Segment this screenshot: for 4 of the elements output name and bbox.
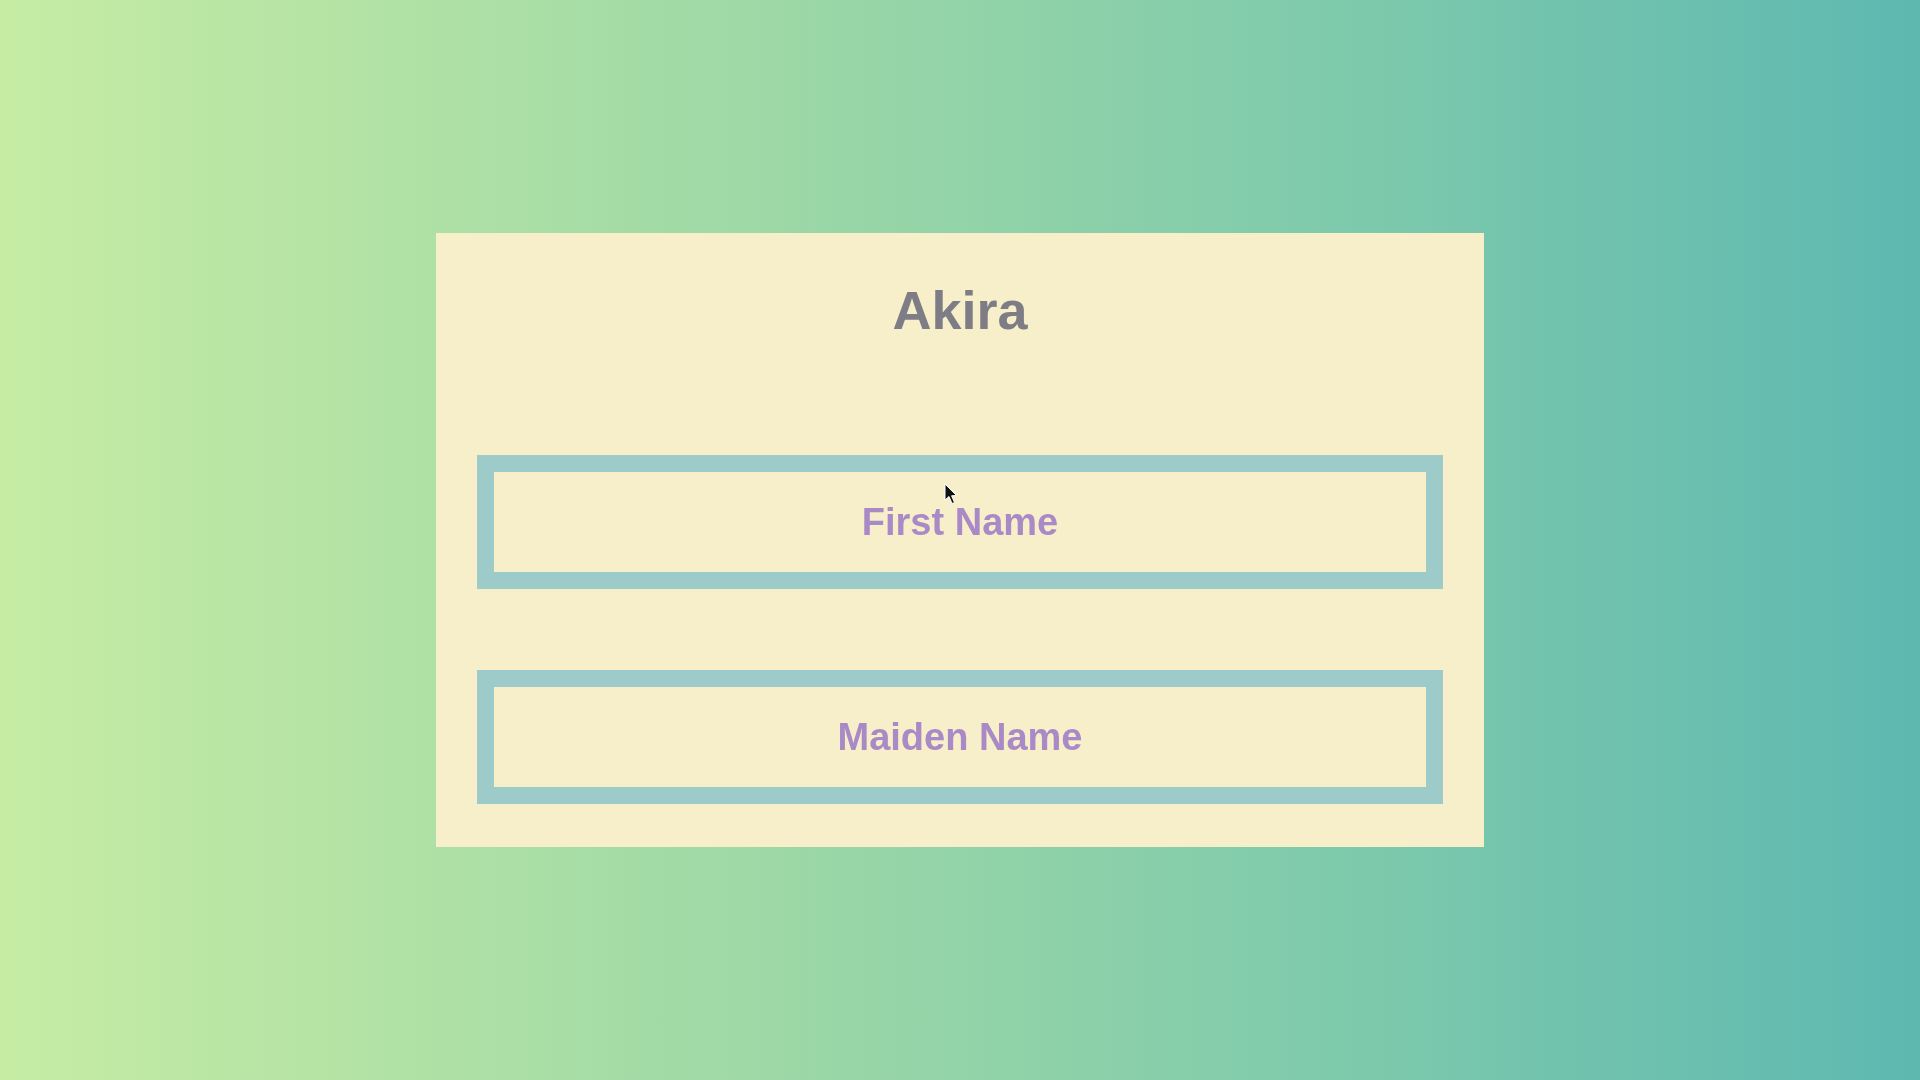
input-field[interactable]: First Name: [477, 455, 1443, 589]
form-title: Akira: [892, 279, 1028, 342]
input-field[interactable]: Maiden Name: [477, 670, 1443, 804]
cursor-icon: [944, 483, 958, 505]
